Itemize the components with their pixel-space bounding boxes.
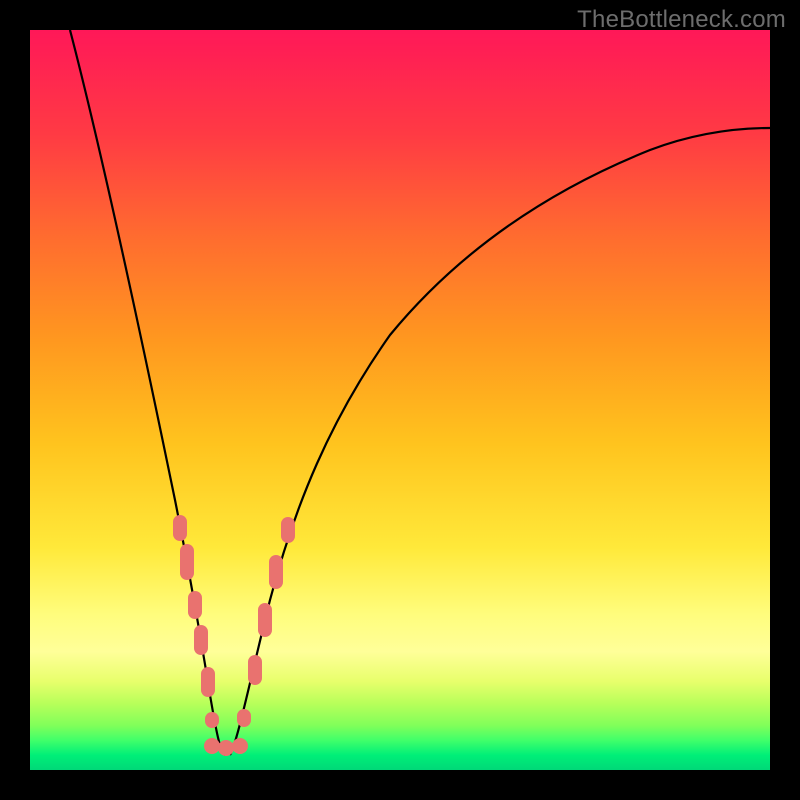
curve-left <box>70 30 225 755</box>
marker-dot <box>173 515 187 541</box>
marker-dot <box>204 738 220 754</box>
curve-right <box>230 128 770 755</box>
marker-dot <box>188 591 202 619</box>
marker-group <box>173 515 295 756</box>
marker-dot <box>201 667 215 697</box>
marker-dot <box>258 603 272 637</box>
marker-dot <box>205 712 219 728</box>
marker-dot <box>237 709 251 727</box>
watermark-text: TheBottleneck.com <box>577 6 786 34</box>
marker-dot <box>281 517 295 543</box>
marker-dot <box>269 555 283 589</box>
marker-dot <box>248 655 262 685</box>
chart-svg <box>30 30 770 770</box>
marker-dot <box>232 738 248 754</box>
marker-dot <box>194 625 208 655</box>
marker-dot <box>180 544 194 580</box>
plot-area <box>30 30 770 770</box>
marker-dot <box>218 740 234 756</box>
